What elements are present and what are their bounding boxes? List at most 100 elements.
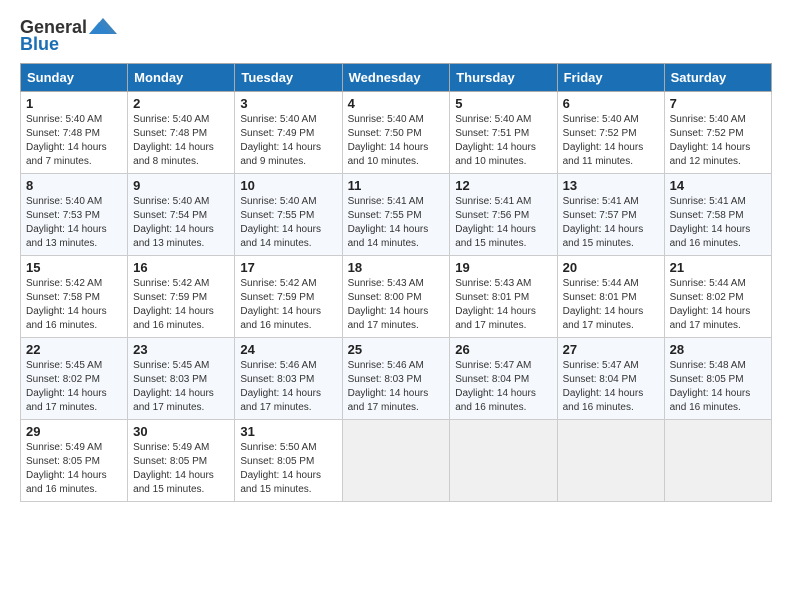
day-info: Sunrise: 5:40 AM Sunset: 7:50 PM Dayligh… xyxy=(348,113,445,169)
day-number: 3 xyxy=(240,96,336,111)
day-number: 20 xyxy=(563,260,659,275)
header-thursday: Thursday xyxy=(450,64,557,92)
day-cell-2: 2 Sunrise: 5:40 AM Sunset: 7:48 PM Dayli… xyxy=(128,92,235,174)
day-cell-12: 12 Sunrise: 5:41 AM Sunset: 7:56 PM Dayl… xyxy=(450,174,557,256)
day-info: Sunrise: 5:47 AM Sunset: 8:04 PM Dayligh… xyxy=(455,359,551,415)
day-cell-29: 29 Sunrise: 5:49 AM Sunset: 8:05 PM Dayl… xyxy=(21,420,128,502)
day-cell-27: 27 Sunrise: 5:47 AM Sunset: 8:04 PM Dayl… xyxy=(557,338,664,420)
day-info: Sunrise: 5:44 AM Sunset: 8:01 PM Dayligh… xyxy=(563,277,659,333)
day-info: Sunrise: 5:41 AM Sunset: 7:57 PM Dayligh… xyxy=(563,195,659,251)
calendar-week-3: 15 Sunrise: 5:42 AM Sunset: 7:58 PM Dayl… xyxy=(21,256,772,338)
day-number: 13 xyxy=(563,178,659,193)
day-number: 7 xyxy=(670,96,766,111)
day-info: Sunrise: 5:42 AM Sunset: 7:59 PM Dayligh… xyxy=(133,277,229,333)
day-number: 27 xyxy=(563,342,659,357)
calendar-header-row: SundayMondayTuesdayWednesdayThursdayFrid… xyxy=(21,64,772,92)
day-cell-22: 22 Sunrise: 5:45 AM Sunset: 8:02 PM Dayl… xyxy=(21,338,128,420)
day-number: 15 xyxy=(26,260,122,275)
calendar-week-4: 22 Sunrise: 5:45 AM Sunset: 8:02 PM Dayl… xyxy=(21,338,772,420)
day-cell-4: 4 Sunrise: 5:40 AM Sunset: 7:50 PM Dayli… xyxy=(342,92,450,174)
day-info: Sunrise: 5:42 AM Sunset: 7:58 PM Dayligh… xyxy=(26,277,122,333)
header-tuesday: Tuesday xyxy=(235,64,342,92)
day-number: 12 xyxy=(455,178,551,193)
day-info: Sunrise: 5:41 AM Sunset: 7:55 PM Dayligh… xyxy=(348,195,445,251)
empty-cell xyxy=(664,420,771,502)
day-info: Sunrise: 5:40 AM Sunset: 7:52 PM Dayligh… xyxy=(563,113,659,169)
day-info: Sunrise: 5:41 AM Sunset: 7:56 PM Dayligh… xyxy=(455,195,551,251)
day-cell-15: 15 Sunrise: 5:42 AM Sunset: 7:58 PM Dayl… xyxy=(21,256,128,338)
day-number: 23 xyxy=(133,342,229,357)
day-number: 5 xyxy=(455,96,551,111)
logo-bird-icon xyxy=(89,16,117,38)
day-number: 26 xyxy=(455,342,551,357)
day-info: Sunrise: 5:43 AM Sunset: 8:00 PM Dayligh… xyxy=(348,277,445,333)
calendar-table: SundayMondayTuesdayWednesdayThursdayFrid… xyxy=(20,63,772,502)
day-info: Sunrise: 5:40 AM Sunset: 7:48 PM Dayligh… xyxy=(26,113,122,169)
day-number: 25 xyxy=(348,342,445,357)
logo: General Blue xyxy=(20,16,117,55)
day-cell-11: 11 Sunrise: 5:41 AM Sunset: 7:55 PM Dayl… xyxy=(342,174,450,256)
day-number: 31 xyxy=(240,424,336,439)
day-number: 28 xyxy=(670,342,766,357)
empty-cell xyxy=(557,420,664,502)
day-number: 22 xyxy=(26,342,122,357)
day-number: 21 xyxy=(670,260,766,275)
day-cell-18: 18 Sunrise: 5:43 AM Sunset: 8:00 PM Dayl… xyxy=(342,256,450,338)
day-info: Sunrise: 5:47 AM Sunset: 8:04 PM Dayligh… xyxy=(563,359,659,415)
day-cell-5: 5 Sunrise: 5:40 AM Sunset: 7:51 PM Dayli… xyxy=(450,92,557,174)
day-cell-7: 7 Sunrise: 5:40 AM Sunset: 7:52 PM Dayli… xyxy=(664,92,771,174)
logo-blue-text: Blue xyxy=(20,34,59,55)
day-info: Sunrise: 5:50 AM Sunset: 8:05 PM Dayligh… xyxy=(240,441,336,497)
day-cell-28: 28 Sunrise: 5:48 AM Sunset: 8:05 PM Dayl… xyxy=(664,338,771,420)
day-info: Sunrise: 5:40 AM Sunset: 7:53 PM Dayligh… xyxy=(26,195,122,251)
day-cell-30: 30 Sunrise: 5:49 AM Sunset: 8:05 PM Dayl… xyxy=(128,420,235,502)
header-wednesday: Wednesday xyxy=(342,64,450,92)
day-info: Sunrise: 5:40 AM Sunset: 7:52 PM Dayligh… xyxy=(670,113,766,169)
day-cell-16: 16 Sunrise: 5:42 AM Sunset: 7:59 PM Dayl… xyxy=(128,256,235,338)
day-number: 8 xyxy=(26,178,122,193)
day-cell-19: 19 Sunrise: 5:43 AM Sunset: 8:01 PM Dayl… xyxy=(450,256,557,338)
day-number: 19 xyxy=(455,260,551,275)
day-cell-6: 6 Sunrise: 5:40 AM Sunset: 7:52 PM Dayli… xyxy=(557,92,664,174)
day-number: 29 xyxy=(26,424,122,439)
day-cell-31: 31 Sunrise: 5:50 AM Sunset: 8:05 PM Dayl… xyxy=(235,420,342,502)
day-info: Sunrise: 5:43 AM Sunset: 8:01 PM Dayligh… xyxy=(455,277,551,333)
day-cell-9: 9 Sunrise: 5:40 AM Sunset: 7:54 PM Dayli… xyxy=(128,174,235,256)
day-info: Sunrise: 5:40 AM Sunset: 7:51 PM Dayligh… xyxy=(455,113,551,169)
day-number: 14 xyxy=(670,178,766,193)
day-number: 9 xyxy=(133,178,229,193)
day-number: 6 xyxy=(563,96,659,111)
day-info: Sunrise: 5:49 AM Sunset: 8:05 PM Dayligh… xyxy=(26,441,122,497)
day-cell-3: 3 Sunrise: 5:40 AM Sunset: 7:49 PM Dayli… xyxy=(235,92,342,174)
header: General Blue xyxy=(20,16,772,55)
day-number: 30 xyxy=(133,424,229,439)
empty-cell xyxy=(342,420,450,502)
day-info: Sunrise: 5:41 AM Sunset: 7:58 PM Dayligh… xyxy=(670,195,766,251)
day-number: 24 xyxy=(240,342,336,357)
header-saturday: Saturday xyxy=(664,64,771,92)
day-number: 2 xyxy=(133,96,229,111)
day-info: Sunrise: 5:40 AM Sunset: 7:48 PM Dayligh… xyxy=(133,113,229,169)
day-info: Sunrise: 5:45 AM Sunset: 8:03 PM Dayligh… xyxy=(133,359,229,415)
day-info: Sunrise: 5:40 AM Sunset: 7:49 PM Dayligh… xyxy=(240,113,336,169)
day-number: 4 xyxy=(348,96,445,111)
day-cell-26: 26 Sunrise: 5:47 AM Sunset: 8:04 PM Dayl… xyxy=(450,338,557,420)
day-number: 17 xyxy=(240,260,336,275)
day-info: Sunrise: 5:40 AM Sunset: 7:55 PM Dayligh… xyxy=(240,195,336,251)
day-info: Sunrise: 5:40 AM Sunset: 7:54 PM Dayligh… xyxy=(133,195,229,251)
day-cell-25: 25 Sunrise: 5:46 AM Sunset: 8:03 PM Dayl… xyxy=(342,338,450,420)
day-number: 1 xyxy=(26,96,122,111)
calendar-week-1: 1 Sunrise: 5:40 AM Sunset: 7:48 PM Dayli… xyxy=(21,92,772,174)
day-info: Sunrise: 5:46 AM Sunset: 8:03 PM Dayligh… xyxy=(240,359,336,415)
day-info: Sunrise: 5:42 AM Sunset: 7:59 PM Dayligh… xyxy=(240,277,336,333)
day-cell-24: 24 Sunrise: 5:46 AM Sunset: 8:03 PM Dayl… xyxy=(235,338,342,420)
day-cell-17: 17 Sunrise: 5:42 AM Sunset: 7:59 PM Dayl… xyxy=(235,256,342,338)
header-friday: Friday xyxy=(557,64,664,92)
header-sunday: Sunday xyxy=(21,64,128,92)
day-info: Sunrise: 5:49 AM Sunset: 8:05 PM Dayligh… xyxy=(133,441,229,497)
day-cell-8: 8 Sunrise: 5:40 AM Sunset: 7:53 PM Dayli… xyxy=(21,174,128,256)
calendar-week-5: 29 Sunrise: 5:49 AM Sunset: 8:05 PM Dayl… xyxy=(21,420,772,502)
day-cell-14: 14 Sunrise: 5:41 AM Sunset: 7:58 PM Dayl… xyxy=(664,174,771,256)
day-cell-23: 23 Sunrise: 5:45 AM Sunset: 8:03 PM Dayl… xyxy=(128,338,235,420)
day-number: 10 xyxy=(240,178,336,193)
